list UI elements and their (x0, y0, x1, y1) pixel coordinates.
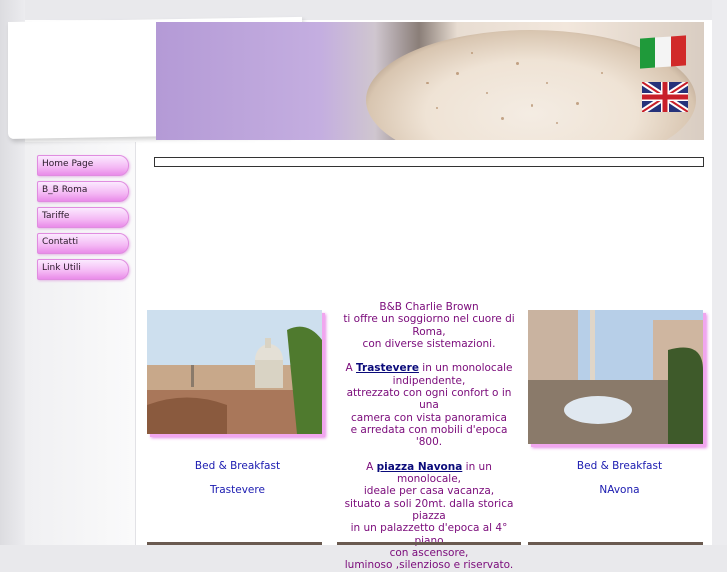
nav-label: Home Page (42, 159, 94, 169)
nav-label: Tariffe (42, 211, 70, 221)
nav-contatti[interactable]: Contatti (37, 233, 129, 254)
nav-tariffe[interactable]: Tariffe (37, 207, 129, 228)
nav-label: B_B Roma (42, 185, 88, 195)
right-card-title: Bed & Breakfast (576, 460, 663, 472)
nav-label: Contatti (42, 237, 79, 247)
right-margin (712, 0, 727, 545)
intro-line: piazza (412, 510, 446, 523)
intro-line: con diverse sistemazioni. (362, 337, 496, 350)
trastevere-photo (147, 310, 322, 434)
page: Home Page B_B Roma Tariffe Contatti Link… (0, 0, 727, 571)
text: A (345, 362, 357, 375)
intro-line: B&B Charlie Brown (379, 301, 479, 313)
header-banner-image (156, 22, 704, 140)
intro-line: attrezzato con ogni confort o in una (346, 387, 512, 412)
trastevere-paragraph: A Trastevere in un monolocale (337, 362, 521, 374)
text: in un monolocale (418, 362, 513, 375)
intro-line: ti offre un soggiorno nel cuore di (343, 313, 515, 326)
intro-line: luminoso ,silenzioso e riservato. (344, 559, 514, 572)
intro-description: B&B Charlie Brown ti offre un soggiorno … (337, 301, 521, 572)
italy-flag-icon[interactable] (640, 35, 686, 69)
intro-line: camera con vista panoramica (351, 411, 507, 424)
navona-photo (528, 310, 703, 444)
intro-line: ideale per casa vacanza, (363, 485, 495, 498)
content-frame (154, 157, 704, 167)
nav-link-utili[interactable]: Link Utili (37, 259, 129, 280)
piazza-navona-link[interactable]: piazza Navona (377, 461, 463, 473)
uk-flag-icon[interactable] (642, 82, 688, 112)
sidebar-nav: Home Page B_B Roma Tariffe Contatti Link… (37, 155, 129, 285)
nav-bb-roma[interactable]: B_B Roma (37, 181, 129, 202)
right-card-subtitle: NAvona (599, 484, 640, 496)
intro-line: con ascensore, (389, 546, 469, 559)
intro-line: Roma, (412, 325, 446, 338)
intro-line: situato a soli 20mt. dalla storica (344, 497, 514, 510)
navona-paragraph: A piazza Navona in un monolocale, (337, 461, 521, 486)
text: A (366, 460, 377, 473)
left-card-title: Bed & Breakfast (194, 460, 281, 472)
intro-line: e arredata con mobili d'epoca '800. (350, 423, 508, 449)
nav-label: Link Utili (42, 263, 81, 273)
nav-home-page[interactable]: Home Page (37, 155, 129, 176)
trastevere-link[interactable]: Trastevere (356, 362, 419, 374)
left-card-subtitle: Trastevere (210, 484, 265, 496)
intro-line: indipendente, (392, 374, 466, 387)
